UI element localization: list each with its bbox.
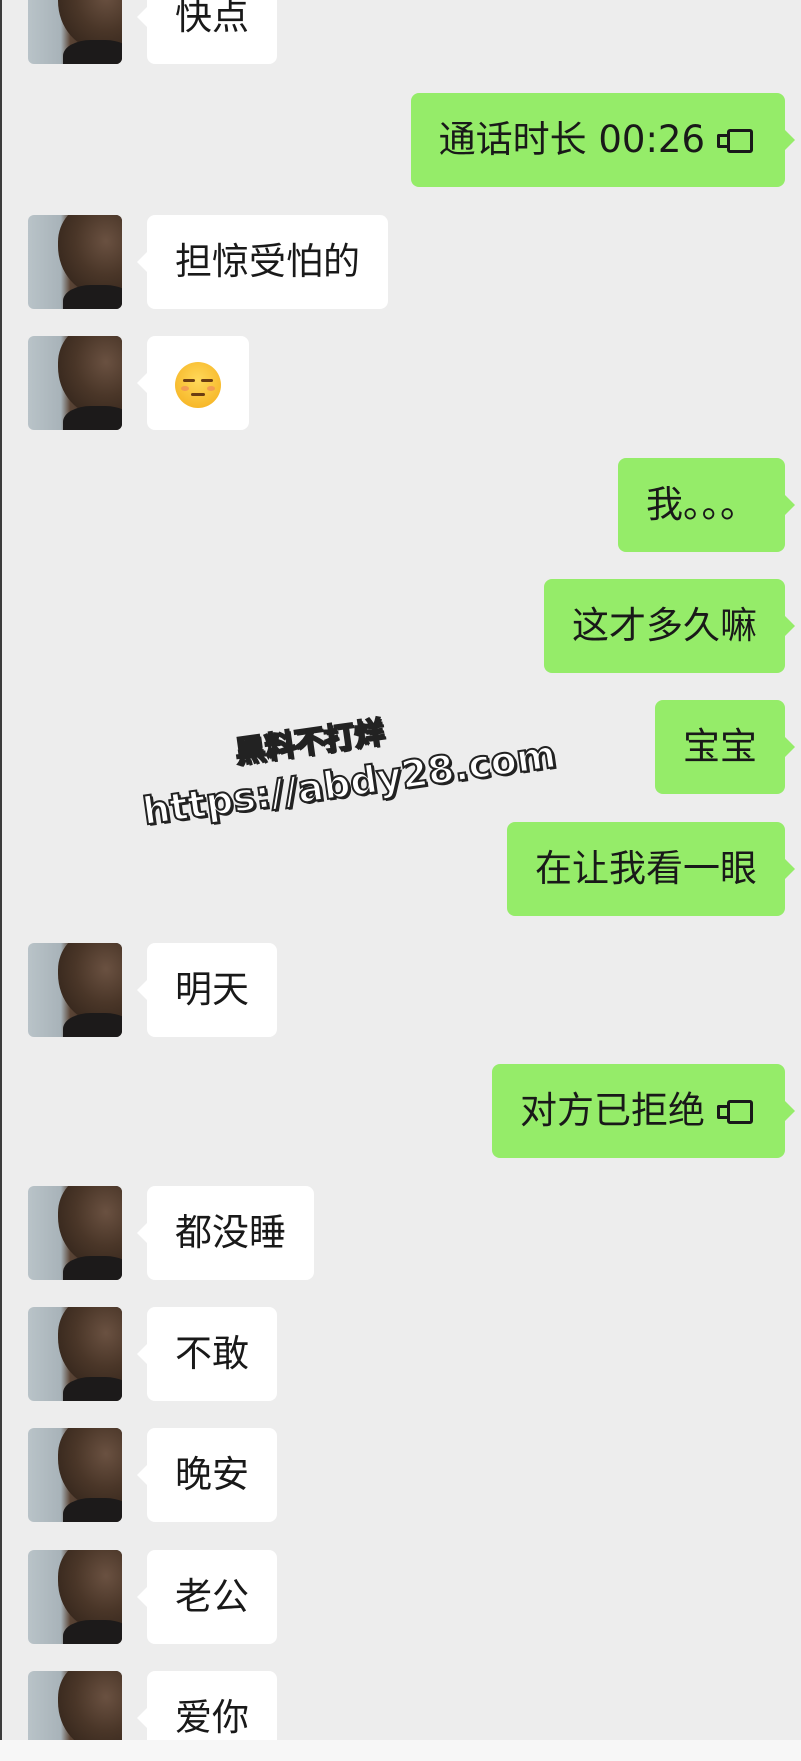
message-row: 对方已拒绝 xyxy=(0,1064,801,1158)
message-row: 我。。。 xyxy=(0,458,801,552)
message-text: 担惊受怕的 xyxy=(175,240,360,283)
video-call-icon xyxy=(717,1099,757,1127)
video-call-icon xyxy=(717,128,757,156)
message-bubble[interactable]: 不敢 xyxy=(137,1307,277,1401)
message-text: 快点 xyxy=(175,0,249,38)
message-text: 宝宝 xyxy=(683,725,757,768)
message-row: 晚安 xyxy=(0,1428,801,1522)
unamused-face-emoji xyxy=(175,361,221,408)
message-text: 明天 xyxy=(175,968,249,1011)
message-bubble[interactable]: 我。。。 xyxy=(618,458,795,552)
message-text: 对方已拒绝 xyxy=(520,1089,705,1132)
message-row: 明天 xyxy=(0,943,801,1037)
message-text: 我。。。 xyxy=(646,483,757,526)
contact-avatar[interactable] xyxy=(28,0,122,64)
message-text: 这才多久嘛 xyxy=(572,604,757,647)
message-text: 在让我看一眼 xyxy=(535,847,757,890)
message-row xyxy=(0,336,801,430)
message-row: 快点 xyxy=(0,0,801,64)
message-row: 都没睡 xyxy=(0,1186,801,1280)
message-row: 这才多久嘛 xyxy=(0,579,801,673)
contact-avatar[interactable] xyxy=(28,1550,122,1644)
message-row: 老公 xyxy=(0,1550,801,1644)
message-row: 通话时长 00:26 xyxy=(0,93,801,187)
contact-avatar[interactable] xyxy=(28,336,122,430)
message-text: 都没睡 xyxy=(175,1211,286,1254)
message-bubble[interactable]: 快点 xyxy=(137,0,277,64)
contact-avatar[interactable] xyxy=(28,1307,122,1401)
message-text: 爱你 xyxy=(175,1696,249,1739)
message-bubble[interactable]: 晚安 xyxy=(137,1428,277,1522)
chat-view: 快点 通话时长 00:26 担惊受怕的 我。。。 这才多久嘛 宝宝 在让我看一眼 xyxy=(0,0,801,1761)
message-row: 担惊受怕的 xyxy=(0,215,801,309)
message-bubble[interactable]: 在让我看一眼 xyxy=(507,822,795,916)
contact-avatar[interactable] xyxy=(28,943,122,1037)
message-text: 不敢 xyxy=(175,1332,249,1375)
message-bubble[interactable]: 老公 xyxy=(137,1550,277,1644)
contact-avatar[interactable] xyxy=(28,215,122,309)
message-bubble[interactable]: 都没睡 xyxy=(137,1186,314,1280)
message-bubble[interactable]: 担惊受怕的 xyxy=(137,215,388,309)
input-bar-edge xyxy=(0,1740,801,1761)
contact-avatar[interactable] xyxy=(28,1186,122,1280)
call-record-bubble[interactable]: 对方已拒绝 xyxy=(492,1064,795,1158)
message-text: 老公 xyxy=(175,1575,249,1618)
message-bubble[interactable]: 宝宝 xyxy=(655,700,795,794)
message-text: 通话时长 00:26 xyxy=(438,118,705,161)
contact-avatar[interactable] xyxy=(28,1428,122,1522)
message-row: 不敢 xyxy=(0,1307,801,1401)
message-row: 在让我看一眼 xyxy=(0,822,801,916)
message-bubble[interactable]: 这才多久嘛 xyxy=(544,579,795,673)
message-bubble[interactable]: 明天 xyxy=(137,943,277,1037)
call-record-bubble[interactable]: 通话时长 00:26 xyxy=(410,93,796,187)
emoji-bubble[interactable] xyxy=(137,336,249,430)
message-text: 晚安 xyxy=(175,1453,249,1496)
